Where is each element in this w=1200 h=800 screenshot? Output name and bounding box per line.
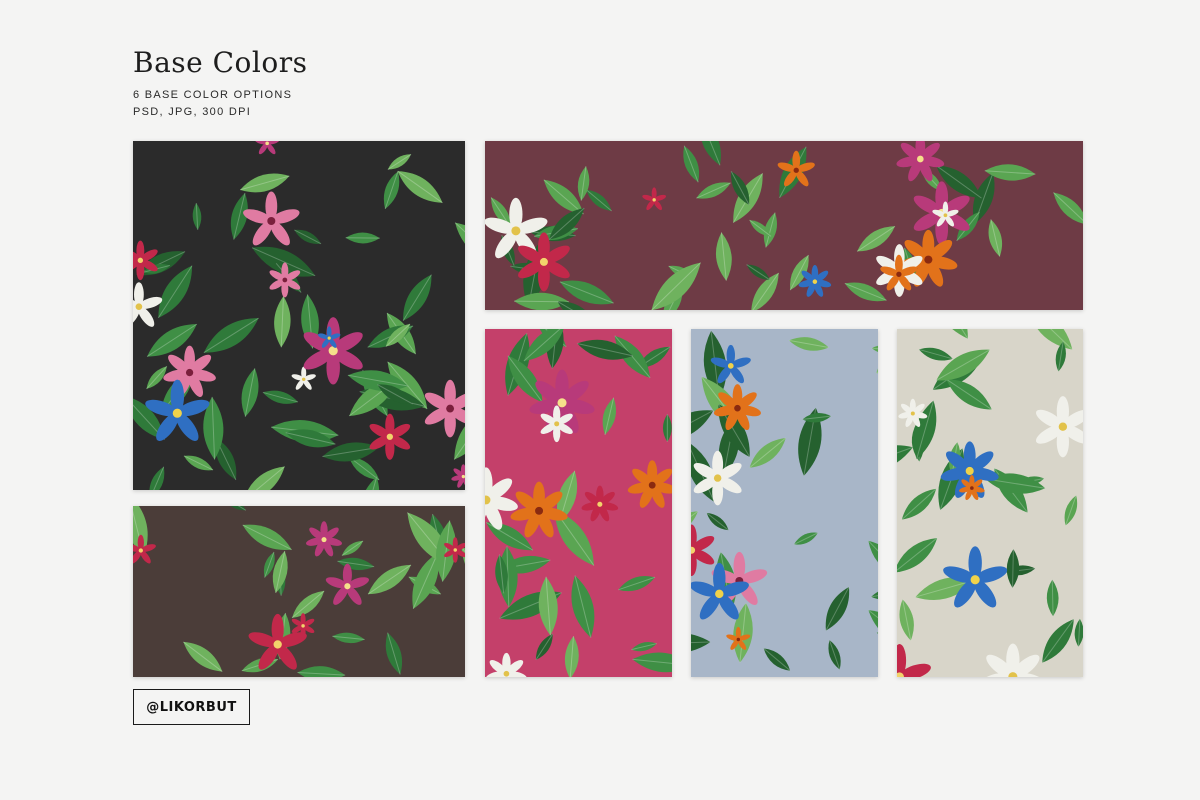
swatch-brown: [133, 506, 465, 677]
swatch-powder-blue-pattern: [691, 329, 878, 677]
swatch-charcoal-pattern: [133, 141, 465, 490]
swatch-raspberry: [485, 329, 672, 677]
swatch-cream-pattern: [897, 329, 1083, 677]
swatch-raspberry-pattern: [485, 329, 672, 677]
swatch-powder-blue: [691, 329, 878, 677]
subtitle-formats: PSD, JPG, 300 DPI: [133, 106, 252, 118]
swatch-wine: [485, 141, 1083, 310]
swatch-brown-pattern: [133, 506, 465, 677]
swatch-charcoal: [133, 141, 465, 490]
swatch-wine-pattern: [485, 141, 1083, 310]
subtitle-options: 6 BASE COLOR OPTIONS: [133, 89, 293, 101]
page-title: Base Colors: [133, 46, 308, 79]
brand-badge: @LIKORBUT: [133, 689, 250, 725]
swatch-cream: [897, 329, 1083, 677]
